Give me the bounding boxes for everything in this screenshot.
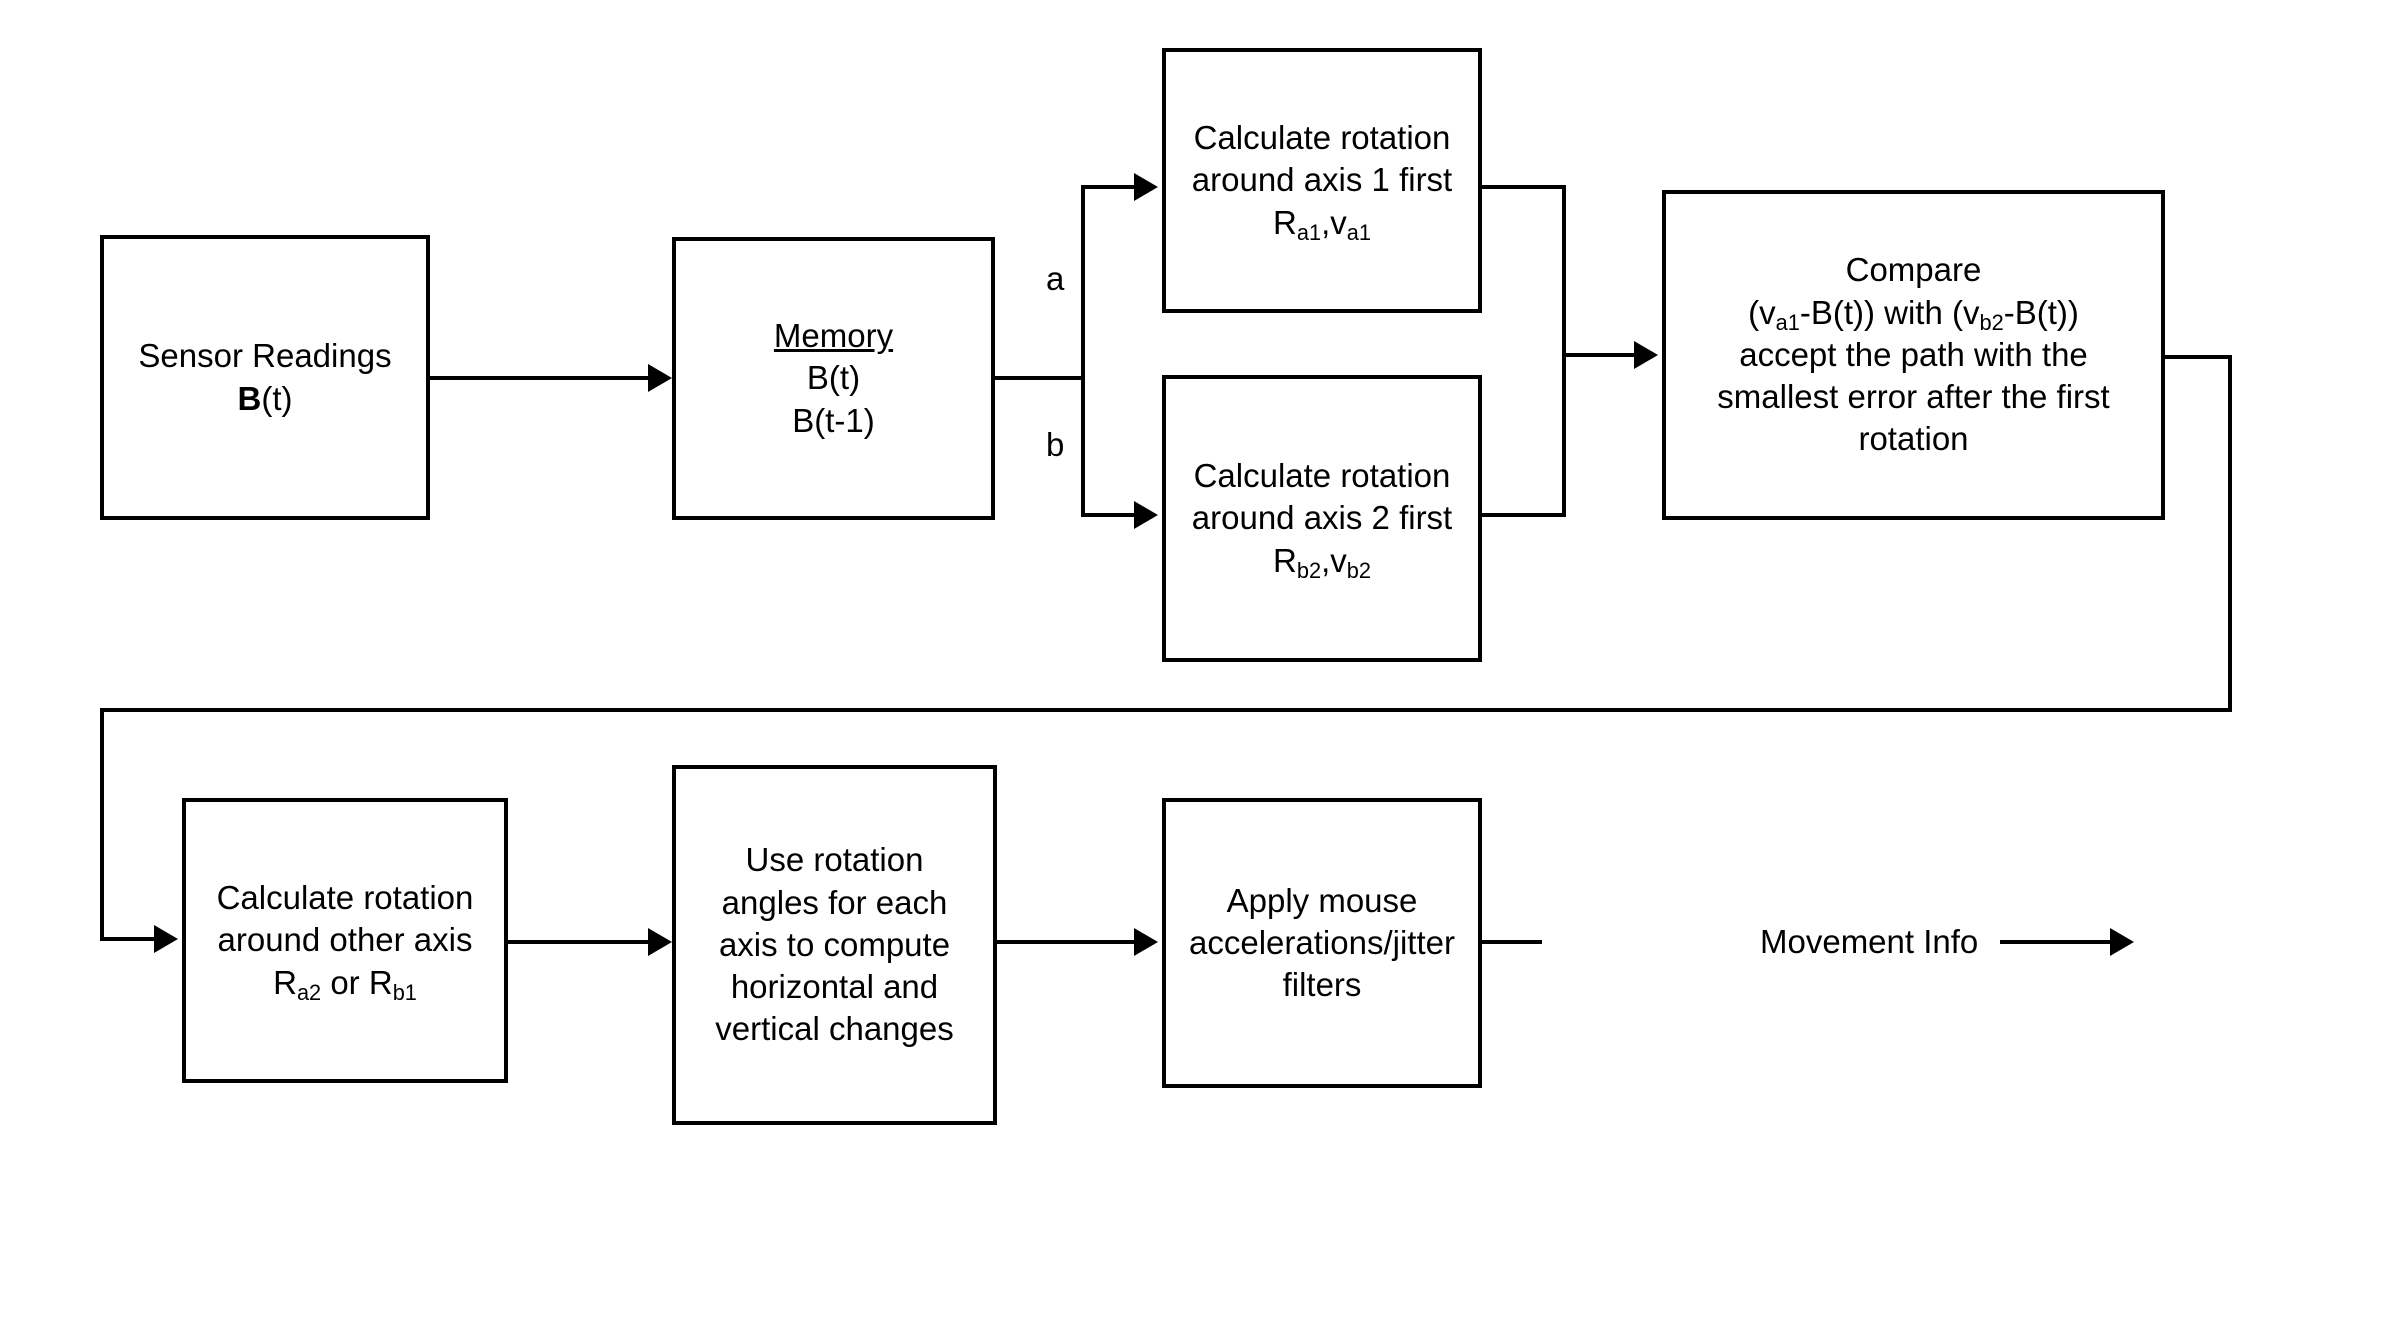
edge-feedback-across: [100, 708, 2232, 712]
compare-l2c: -B(t)): [2003, 293, 2079, 331]
arrowhead-movement-info-out: [2110, 928, 2134, 956]
compare-line2: (va1-B(t)) with (vb2-B(t)): [1676, 292, 2151, 334]
node-rotation-axis-1: Calculate rotation around axis 1 first R…: [1162, 48, 1482, 313]
rotation-axis-1-line1: Calculate rotation: [1193, 119, 1451, 157]
rotation-axis-2-line1: Calculate rotation: [1193, 457, 1451, 495]
edge-feedback-down-left: [100, 708, 104, 941]
node-compare: Compare (va1-B(t)) with (vb2-B(t)) accep…: [1662, 190, 2165, 520]
rotation-axis-2-comma: ,: [1321, 541, 1331, 579]
rotation-other-sub1: a2: [296, 979, 322, 1005]
rotation-other-symbols: Ra2 or Rb1: [196, 962, 494, 1004]
arrowhead-rotation-other-in: [154, 925, 178, 953]
edge-compare-out-right: [2165, 355, 2232, 359]
rotation-axis-1-line2: around axis 1 first: [1191, 161, 1453, 199]
sensor-readings-line1: Sensor Readings: [138, 337, 392, 375]
node-rotation-axis-2: Calculate rotation around axis 2 first R…: [1162, 375, 1482, 662]
apply-filters-line3: filters: [1282, 966, 1362, 1004]
rotation-axis-2-sub1: b2: [1296, 557, 1322, 583]
edge-movement-info-arrow-line: [2000, 940, 2120, 944]
edge-rotation-other-to-use-angles: [508, 940, 650, 944]
edge-sensor-to-memory: [430, 376, 650, 380]
rotation-axis-1-sym1: R: [1273, 203, 1297, 241]
compare-line1: Compare: [1845, 251, 1982, 289]
rotation-axis-1-sym2: v: [1330, 203, 1347, 241]
rotation-other-sub2: b1: [392, 979, 417, 1005]
edge-feedback-down-right: [2228, 355, 2232, 712]
edge-use-angles-to-apply-filters: [997, 940, 1140, 944]
use-rotation-line2: angles for each: [721, 883, 948, 921]
node-apply-filters: Apply mouse accelerations/jitter filters: [1162, 798, 1482, 1088]
rotation-axis-1-sub2: a1: [1346, 219, 1371, 245]
rotation-axis-1-symbols: Ra1,va1: [1176, 202, 1468, 244]
apply-filters-line1: Apply mouse: [1226, 881, 1418, 919]
rotation-axis-2-sym1: R: [1273, 541, 1297, 579]
edge-branch-b-to-axis2: [1081, 513, 1140, 517]
rotation-other-line2: around other axis: [217, 921, 473, 959]
edge-branch-split-riser-down: [1081, 376, 1085, 516]
rotation-other-line1: Calculate rotation: [216, 879, 474, 917]
branch-label-a: a: [1046, 260, 1065, 297]
edge-merge-to-compare: [1562, 353, 1640, 357]
sensor-readings-symbol: B: [237, 379, 262, 417]
edge-branch-split-riser-up: [1081, 185, 1085, 380]
arrowhead-axis2-in: [1134, 501, 1158, 529]
use-rotation-line1: Use rotation: [745, 841, 924, 879]
compare-l2-sub-a: a1: [1775, 309, 1800, 335]
arrowhead-compare-in: [1634, 341, 1658, 369]
compare-l2a: (v: [1748, 293, 1776, 331]
node-use-rotation-angles: Use rotation angles for each axis to com…: [672, 765, 997, 1125]
output-label-movement-info: Movement Info: [1760, 923, 1979, 960]
sensor-readings-line2: B(t): [114, 378, 416, 420]
branch-label-b: b: [1046, 426, 1065, 463]
rotation-axis-1-sub1: a1: [1296, 219, 1322, 245]
compare-line5: rotation: [1858, 420, 1969, 458]
use-rotation-line5: vertical changes: [715, 1010, 954, 1048]
edge-axis1-out: [1482, 185, 1566, 189]
arrowhead-use-angles-in: [648, 928, 672, 956]
edge-branch-a-to-axis1: [1081, 185, 1140, 189]
rotation-axis-2-sym2: v: [1330, 541, 1347, 579]
rotation-other-joiner: or: [321, 963, 369, 1001]
memory-line3: B(t-1): [792, 401, 875, 439]
compare-l2b: -B(t)) with (v: [1799, 293, 1980, 331]
rotation-other-sym2: R: [368, 963, 393, 1001]
node-sensor-readings: Sensor Readings B(t): [100, 235, 430, 520]
node-rotation-other-axis: Calculate rotation around other axis Ra2…: [182, 798, 508, 1083]
compare-line3: accept the path with the: [1739, 335, 2088, 373]
rotation-axis-2-symbols: Rb2,vb2: [1176, 540, 1468, 582]
rotation-axis-2-sub2: b2: [1346, 557, 1371, 583]
edge-feedback-into-rotation-other: [100, 937, 160, 941]
rotation-other-sym1: R: [273, 963, 297, 1001]
memory-heading: Memory: [773, 317, 894, 355]
edge-axis2-out: [1482, 513, 1566, 517]
use-rotation-line4: horizontal and: [730, 968, 939, 1006]
compare-line4: smallest error after the first: [1717, 378, 2110, 416]
arrowhead-apply-filters-in: [1134, 928, 1158, 956]
compare-l2-sub-b: b2: [1979, 309, 2004, 335]
memory-line2: B(t): [806, 359, 861, 397]
arrowhead-memory-in: [648, 364, 672, 392]
use-rotation-line3: axis to compute: [718, 925, 951, 963]
sensor-readings-arg: (t): [261, 379, 293, 417]
edge-merge-bus: [1562, 185, 1566, 517]
arrowhead-axis1-in: [1134, 173, 1158, 201]
flowchart-canvas: Sensor Readings B(t) Memory B(t) B(t-1) …: [0, 0, 2394, 1330]
apply-filters-line2: accelerations/jitter: [1189, 923, 1455, 961]
rotation-axis-1-comma: ,: [1321, 203, 1331, 241]
rotation-axis-2-line2: around axis 2 first: [1191, 499, 1453, 537]
edge-memory-to-split: [995, 376, 1083, 380]
node-memory: Memory B(t) B(t-1): [672, 237, 995, 520]
edge-apply-filters-out-stub: [1482, 940, 1542, 944]
